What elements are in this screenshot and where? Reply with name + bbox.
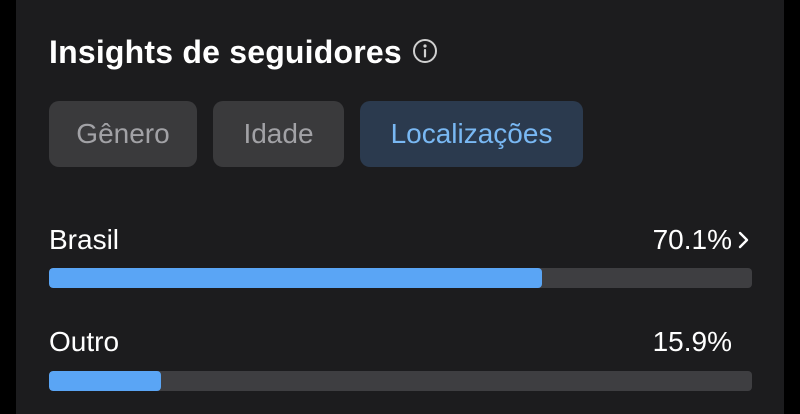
location-label: Outro	[49, 326, 120, 357]
tab-idade[interactable]: Idade	[213, 101, 344, 167]
chevron-right-icon[interactable]	[737, 230, 751, 250]
follower-insights-card: Insights de seguidores Gênero Idade Loca…	[16, 0, 784, 414]
progress-bar-track	[49, 371, 752, 391]
location-label: Brasil	[49, 224, 120, 255]
progress-bar-track	[49, 268, 752, 288]
location-percentage: 15.9%	[652, 326, 732, 357]
progress-bar-fill	[49, 371, 161, 391]
tab-bar: Gênero Idade Localizações	[49, 101, 583, 167]
info-circle-icon[interactable]	[412, 38, 438, 64]
location-percentage: 70.1%	[652, 224, 732, 255]
tab-localizacoes[interactable]: Localizações	[360, 101, 583, 167]
tab-genero[interactable]: Gênero	[49, 101, 197, 167]
progress-bar-fill	[49, 268, 542, 288]
section-title: Insights de seguidores	[49, 33, 402, 70]
title-row: Insights de seguidores	[49, 30, 438, 74]
